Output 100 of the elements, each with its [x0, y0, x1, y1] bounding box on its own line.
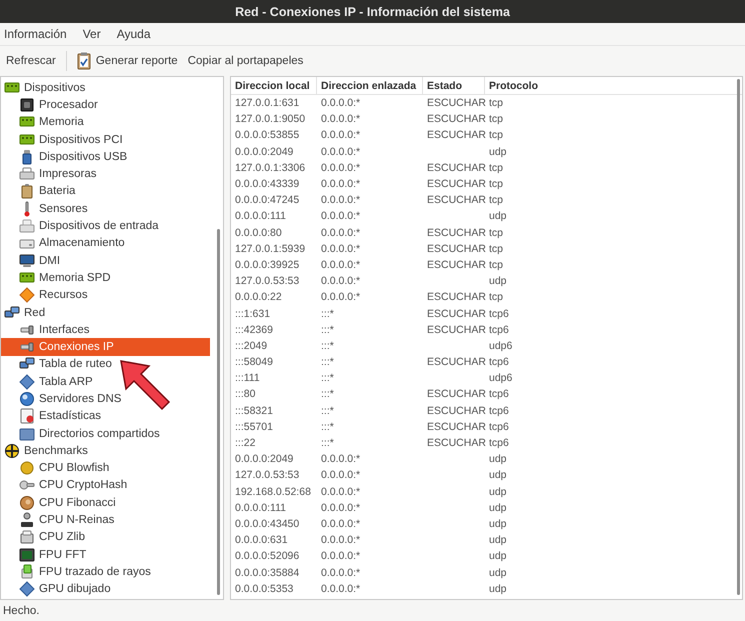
- scrollbar[interactable]: [737, 79, 740, 595]
- chip-icon: [19, 96, 35, 113]
- oscilloscope-icon: [19, 546, 35, 563]
- tree-item[interactable]: Memoria: [1, 114, 210, 131]
- tree-item[interactable]: Dispositivos PCI: [1, 130, 210, 148]
- tree-item[interactable]: Tabla ARP: [1, 373, 210, 390]
- table-cell: 0.0.0.0:35884: [235, 566, 300, 579]
- table-cell: 0.0.0.0:*: [321, 486, 360, 498]
- tree-item[interactable]: Estadísticas: [1, 408, 210, 425]
- table-cell: 0.0.0.0:*: [321, 502, 360, 514]
- table-cell: 0.0.0.0:*: [321, 97, 360, 110]
- table-cell: 0.0.0.0:2049: [235, 146, 294, 158]
- tree-item[interactable]: Interfaces: [1, 321, 210, 338]
- table-cell: tcp: [489, 194, 504, 206]
- table-cell: :::*: [321, 388, 334, 400]
- table-cell: 0.0.0.0:*: [321, 518, 360, 530]
- tree-item[interactable]: Directorios compartidos: [1, 424, 210, 442]
- table-cell: ESCUCHAR: [427, 356, 486, 368]
- table-cell: 0.0.0.0:*: [321, 291, 360, 304]
- table-cell: :::80: [235, 388, 256, 400]
- scrollbar[interactable]: [217, 229, 220, 595]
- menu-item[interactable]: Ayuda: [116, 27, 151, 41]
- tree-item[interactable]: CPU Blowfish: [1, 460, 210, 477]
- table-cell: tcp: [489, 129, 504, 142]
- tree-item[interactable]: CPU Fibonacci: [1, 494, 210, 512]
- clipboard-icon: [76, 52, 91, 70]
- table-cell: 0.0.0.0:*: [321, 242, 360, 255]
- table-cell: tcp6: [489, 388, 509, 400]
- table-cell: udp: [489, 582, 507, 595]
- tree-item[interactable]: CPU CryptoHash: [1, 476, 210, 494]
- tree-item[interactable]: Dispositivos: [1, 79, 210, 96]
- tree-item[interactable]: Memoria SPD: [1, 269, 210, 287]
- table-cell: 0.0.0.0:52096: [235, 550, 300, 562]
- table-cell: :::*: [321, 324, 334, 336]
- table-cell: tcp: [489, 258, 504, 271]
- tree-item[interactable]: DMI: [1, 252, 210, 270]
- table-cell: :::*: [321, 308, 334, 320]
- tree-item[interactable]: Sensores: [1, 200, 210, 218]
- table-cell: udp: [489, 210, 507, 222]
- table-cell: 0.0.0.0:39925: [235, 258, 300, 271]
- table-cell: 0.0.0.0:43450: [235, 518, 300, 530]
- table-cell: ESCUCHAR: [427, 404, 486, 417]
- table-cell: 0.0.0.0:22: [235, 291, 282, 304]
- table-cell: tcp6: [489, 437, 509, 450]
- table-cell: ESCUCHAR: [427, 178, 486, 190]
- table-cell: :::*: [321, 437, 334, 450]
- menu-item[interactable]: Información: [4, 27, 67, 41]
- tree-item[interactable]: CPU N-Reinas: [1, 511, 210, 529]
- tree-item[interactable]: FPU FFT: [1, 546, 210, 564]
- tree-item[interactable]: Impresoras: [1, 165, 210, 183]
- tree-item[interactable]: FPU trazado de rayos: [1, 563, 210, 581]
- tree-item[interactable]: Servidores DNS: [1, 390, 210, 408]
- toolbar-button[interactable]: Generar reporte: [72, 50, 182, 72]
- tree-item[interactable]: Dispositivos USB: [1, 148, 210, 166]
- toolbar-button[interactable]: Refrescar: [2, 53, 60, 69]
- tree-item[interactable]: Bateria: [1, 182, 210, 200]
- table-cell: 127.0.0.53:53: [235, 469, 300, 482]
- column-header[interactable]: Protocolo: [485, 77, 685, 94]
- table-cell: udp: [489, 453, 507, 466]
- table-cell: 0.0.0.0:2049: [235, 453, 294, 466]
- toolbar-button[interactable]: Copiar al portapapeles: [184, 53, 308, 69]
- tree-item[interactable]: Dispositivos de entrada: [1, 217, 210, 235]
- table-cell: tcp: [489, 113, 504, 126]
- table-cell: udp: [489, 146, 507, 158]
- table-cell: tcp6: [489, 356, 509, 368]
- table-cell: ESCUCHAR: [427, 308, 486, 320]
- table-cell: :::*: [321, 340, 334, 352]
- table-cell: udp: [489, 534, 507, 546]
- tree-item[interactable]: GPU dibujado: [1, 580, 210, 598]
- table-cell: ESCUCHAR: [427, 226, 486, 239]
- table-cell: udp: [489, 518, 507, 530]
- table-cell: 127.0.0.1:9050: [235, 113, 306, 126]
- tree-item[interactable]: Almacenamiento: [1, 234, 210, 252]
- tree-item[interactable]: Tabla de ruteo: [1, 356, 210, 374]
- column-header[interactable]: Direccion local: [231, 77, 317, 94]
- table-cell: 0.0.0.0:111: [235, 502, 286, 514]
- tree-item[interactable]: Recursos: [1, 286, 210, 304]
- tree-item[interactable]: Conexiones IP: [1, 338, 210, 356]
- table-cell: 0.0.0.0:111: [235, 210, 286, 222]
- table-cell: 0.0.0.0:*: [321, 453, 360, 466]
- tree-item[interactable]: Procesador: [1, 96, 210, 114]
- table-cell: 0.0.0.0:*: [321, 226, 360, 239]
- tree-item[interactable]: Benchmarks: [1, 442, 210, 460]
- box-icon: [19, 529, 35, 546]
- crosshair-icon: [4, 442, 20, 459]
- tree-item[interactable]: CPU Zlib: [1, 528, 210, 546]
- table-cell: udp6: [489, 372, 512, 384]
- table-cell: udp: [489, 566, 507, 579]
- table-cell: tcp6: [489, 308, 509, 320]
- diamond-icon: [19, 581, 35, 598]
- column-header[interactable]: Estado: [423, 77, 485, 94]
- column-header[interactable]: Direccion enlazada: [317, 77, 423, 94]
- menu-item[interactable]: Ver: [82, 27, 101, 41]
- window-title: Red - Conexiones IP - Información del sistema: [235, 4, 510, 18]
- table-cell: 0.0.0.0:*: [321, 129, 360, 142]
- table-cell: 0.0.0.0:47245: [235, 194, 300, 206]
- table-cell: tcp: [489, 178, 504, 190]
- table-cell: 0.0.0.0:*: [321, 534, 360, 546]
- table-cell: :::111: [235, 372, 260, 384]
- tree-item[interactable]: Red: [1, 304, 210, 322]
